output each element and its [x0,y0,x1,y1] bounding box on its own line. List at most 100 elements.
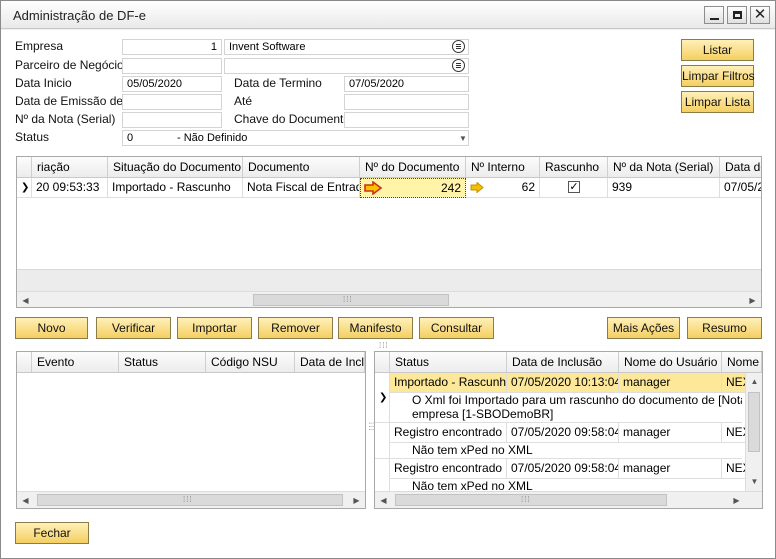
grip-icon: ⁞⁞⁞ [521,495,531,504]
col-header-log-data[interactable]: Data de Inclusão [507,352,619,373]
minimize-button[interactable] [704,6,724,24]
data-emissao-label: Data de Emissão de [15,94,124,108]
scroll-up-icon[interactable]: ▲ [746,373,762,390]
col-header-log-usuario[interactable]: Nome do Usuário [619,352,722,373]
documents-grid: riação Situação do Documento Documento N… [16,156,762,308]
parceiro-name-field[interactable] [224,58,469,74]
data-emissao-field[interactable] [122,94,222,110]
col-header-log-nome[interactable]: Nome d [722,352,762,373]
events-hscrollbar[interactable]: ◀ ⁞⁞⁞ ▶ [17,491,365,508]
listar-button[interactable]: Listar [681,39,754,61]
row-header-corner [17,157,32,178]
window-title: Administração de DF-e [13,8,146,23]
scroll-left-icon[interactable]: ◀ [17,292,34,307]
log-message: O Xml foi Importado para um rascunho do … [390,393,742,423]
empresa-list-icon[interactable] [452,40,465,53]
scroll-left-icon[interactable]: ◀ [17,492,34,508]
importar-button[interactable]: Importar [177,317,252,339]
link-arrow-icon[interactable] [364,181,382,195]
chave-field[interactable] [344,112,469,128]
link-arrow-icon[interactable] [470,182,484,193]
log-vscrollbar[interactable]: ▲ ▼ [745,373,762,491]
log-message-line: empresa [1-SBODemoBR] [412,407,554,421]
documents-hscrollbar[interactable]: ◀ ⁞⁞⁞ ▶ [17,291,761,307]
remover-button[interactable]: Remover [258,317,333,339]
col-header-num-documento[interactable]: Nº do Documento [360,157,466,178]
data-termino-label: Data de Termino [234,76,322,90]
scroll-right-icon[interactable]: ▶ [348,492,365,508]
mais-acoes-button[interactable]: Mais Ações [607,317,680,339]
nota-serial-field[interactable] [122,112,222,128]
cell-log-data: 07/05/2020 09:58:04 [507,423,619,443]
close-button[interactable]: ✕ [750,6,770,24]
scroll-right-icon[interactable]: ▶ [728,492,745,508]
log-hscrollbar[interactable]: ◀ ⁞⁞⁞ ▶ [375,491,762,508]
cell-log-status: Registro encontrado [390,459,507,479]
scroll-thumb[interactable] [395,494,667,506]
status-select[interactable]: 0 - Não Definido [122,130,469,146]
col-header-criacao[interactable]: riação [32,157,108,178]
limpar-lista-button[interactable]: Limpar Lista [681,91,754,113]
parceiro-code-field[interactable] [122,58,222,74]
grip-icon: ⁞⁞⁞ [343,295,353,304]
log-message: Não tem xPed no XML [390,443,742,459]
col-header-situacao[interactable]: Situação do Documento [108,157,243,178]
nota-serial-label: Nº da Nota (Serial) [15,112,116,126]
col-header-documento[interactable]: Documento [243,157,360,178]
col-header-codigo-nsu[interactable]: Código NSU [206,352,295,373]
grip-icon: ⁞⁞⁞ [183,495,193,504]
cell-documento: Nota Fiscal de Entrada [243,178,360,198]
cell-datetime: 20 09:53:33 [32,178,108,198]
cell-num-interno[interactable]: 62 [466,178,540,198]
row-selector[interactable] [375,459,390,495]
cell-log-status: Importado - Rascunho [390,373,507,393]
cell-log-usuario: manager [619,459,722,479]
empresa-name-field[interactable]: Invent Software [224,39,469,55]
cell-log-data: 07/05/2020 10:13:04 [507,373,619,393]
col-header-num-nota[interactable]: Nº da Nota (Serial) [608,157,720,178]
data-inicio-label: Data Inicio [15,76,72,90]
rascunho-checkbox[interactable]: ✓ [568,181,580,193]
parceiro-list-icon[interactable] [452,59,465,72]
resumo-button[interactable]: Resumo [687,317,762,339]
chevron-down-icon[interactable]: ▼ [459,134,467,143]
cell-data-doc: 07/05/2020 [720,178,761,198]
maximize-icon [733,11,742,19]
horizontal-splitter-grip[interactable]: ⁞⁞⁞ [379,341,389,350]
dfe-admin-window: Administração de DF-e ✕ Empresa 1 Invent… [0,0,776,559]
row-selector-icon[interactable]: ❯ [17,178,32,198]
chave-label: Chave do Documento [234,112,351,126]
col-header-status[interactable]: Status [119,352,206,373]
fechar-button[interactable]: Fechar [15,522,89,544]
limpar-filtros-button[interactable]: Limpar Filtros [681,65,755,87]
col-header-data-doc[interactable]: Data do Do [720,157,761,178]
col-header-log-status[interactable]: Status [390,352,507,373]
scroll-left-icon[interactable]: ◀ [375,492,392,508]
scroll-down-icon[interactable]: ▼ [746,473,762,490]
row-selector-icon[interactable]: ❯ [375,373,390,423]
manifesto-button[interactable]: Manifesto [338,317,413,339]
data-inicio-field[interactable]: 05/05/2020 [122,76,222,92]
form-content: Empresa 1 Invent Software Parceiro de Ne… [1,30,775,558]
cell-log-usuario: manager [619,373,722,393]
col-header-evento[interactable]: Evento [32,352,119,373]
consultar-button[interactable]: Consultar [419,317,494,339]
data-termino-field[interactable]: 07/05/2020 [344,76,469,92]
row-header-corner [17,352,32,373]
scroll-thumb[interactable] [748,392,760,452]
verificar-button[interactable]: Verificar [96,317,171,339]
novo-button[interactable]: Novo [15,317,88,339]
col-header-data-inclusao[interactable]: Data de Inclu [295,352,365,373]
col-header-rascunho[interactable]: Rascunho [540,157,608,178]
col-header-num-interno[interactable]: Nº Interno [466,157,540,178]
cell-log-data: 07/05/2020 09:58:04 [507,459,619,479]
status-label: Status [15,130,50,144]
num-documento-value: 242 [440,181,461,195]
scroll-right-icon[interactable]: ▶ [744,292,761,307]
cell-log-status: Registro encontrado [390,423,507,443]
cell-num-documento[interactable]: 242 [360,178,466,198]
row-selector[interactable] [375,423,390,459]
maximize-button[interactable] [727,6,747,24]
empresa-code-field[interactable]: 1 [122,39,222,55]
ate-field[interactable] [344,94,469,110]
